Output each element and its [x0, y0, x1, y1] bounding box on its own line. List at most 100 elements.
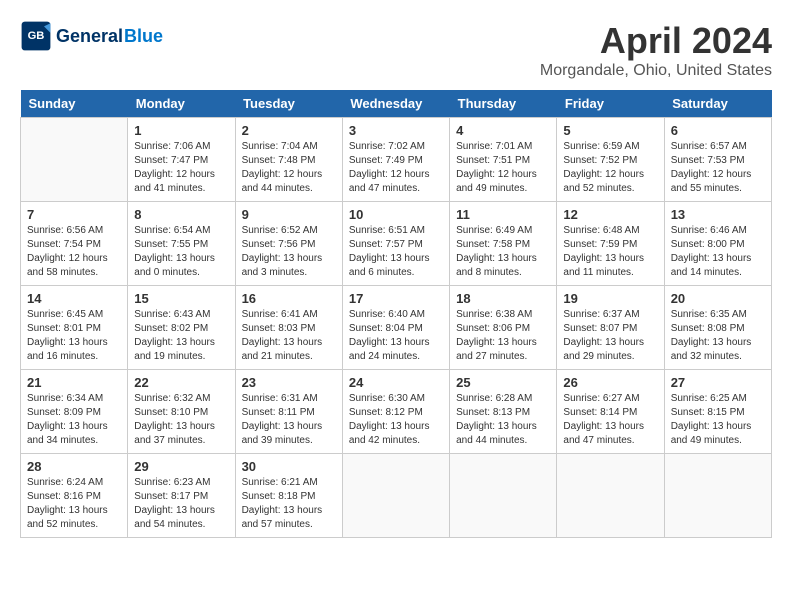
logo-text-blue: Blue	[124, 26, 163, 47]
day-info: Sunrise: 6:21 AMSunset: 8:18 PMDaylight:…	[242, 476, 336, 532]
day-number: 30	[242, 459, 336, 474]
calendar-cell: 3Sunrise: 7:02 AMSunset: 7:49 PMDaylight…	[342, 118, 449, 202]
day-number: 25	[456, 375, 550, 390]
weekday-header-sunday: Sunday	[21, 90, 128, 118]
calendar-cell	[342, 454, 449, 538]
calendar-cell: 2Sunrise: 7:04 AMSunset: 7:48 PMDaylight…	[235, 118, 342, 202]
day-number: 12	[563, 207, 657, 222]
calendar-body: 1 Sunrise: 7:06 AMSunset: 7:47 PMDaylight…	[21, 118, 772, 538]
calendar-cell	[450, 454, 557, 538]
day-number: 26	[563, 375, 657, 390]
calendar-cell: 24 Sunrise: 6:30 AMSunset: 8:12 PMDayligh…	[342, 370, 449, 454]
calendar-cell: 26 Sunrise: 6:27 AMSunset: 8:14 PMDayligh…	[557, 370, 664, 454]
weekday-header-saturday: Saturday	[664, 90, 771, 118]
day-number: 3	[349, 123, 443, 138]
calendar-cell	[21, 118, 128, 202]
calendar-cell: 29 Sunrise: 6:23 AMSunset: 8:17 PMDayligh…	[128, 454, 235, 538]
day-info: Sunrise: 6:59 AMSunset: 7:52 PMDaylight:…	[563, 140, 657, 196]
day-number: 4	[456, 123, 550, 138]
day-info: Sunrise: 6:46 AMSunset: 8:00 PMDaylight:…	[671, 224, 765, 280]
calendar-week-row: 14Sunrise: 6:45 AMSunset: 8:01 PMDayligh…	[21, 286, 772, 370]
title-block: April 2024 Morgandale, Ohio, United Stat…	[540, 20, 772, 80]
svg-text:GB: GB	[28, 30, 45, 42]
calendar-cell: 12 Sunrise: 6:48 AMSunset: 7:59 PMDayligh…	[557, 202, 664, 286]
calendar-cell: 27 Sunrise: 6:25 AMSunset: 8:15 PMDayligh…	[664, 370, 771, 454]
day-number: 9	[242, 207, 336, 222]
calendar-cell: 4 Sunrise: 7:01 AMSunset: 7:51 PMDaylight…	[450, 118, 557, 202]
calendar-cell	[664, 454, 771, 538]
calendar-cell: 6 Sunrise: 6:57 AMSunset: 7:53 PMDaylight…	[664, 118, 771, 202]
day-number: 18	[456, 291, 550, 306]
day-number: 16	[242, 291, 336, 306]
day-info: Sunrise: 6:31 AMSunset: 8:11 PMDaylight:…	[242, 392, 336, 448]
day-info: Sunrise: 6:30 AMSunset: 8:12 PMDaylight:…	[349, 392, 443, 448]
day-number: 5	[563, 123, 657, 138]
calendar-cell	[557, 454, 664, 538]
calendar-week-row: 7Sunrise: 6:56 AMSunset: 7:54 PMDaylight…	[21, 202, 772, 286]
day-number: 17	[349, 291, 443, 306]
calendar-cell: 15Sunrise: 6:43 AMSunset: 8:02 PMDayligh…	[128, 286, 235, 370]
day-info: Sunrise: 6:57 AMSunset: 7:53 PMDaylight:…	[671, 140, 765, 196]
day-info: Sunrise: 6:45 AMSunset: 8:01 PMDaylight:…	[27, 308, 121, 364]
day-number: 24	[349, 375, 443, 390]
day-number: 10	[349, 207, 443, 222]
weekday-header-thursday: Thursday	[450, 90, 557, 118]
calendar-week-row: 1 Sunrise: 7:06 AMSunset: 7:47 PMDaylight…	[21, 118, 772, 202]
day-info: Sunrise: 6:41 AMSunset: 8:03 PMDaylight:…	[242, 308, 336, 364]
weekday-header-friday: Friday	[557, 90, 664, 118]
calendar-cell: 19 Sunrise: 6:37 AMSunset: 8:07 PMDayligh…	[557, 286, 664, 370]
page-header: GB General Blue April 2024 Morgandale, O…	[20, 20, 772, 80]
day-number: 13	[671, 207, 765, 222]
calendar-week-row: 28 Sunrise: 6:24 AMSunset: 8:16 PMDayligh…	[21, 454, 772, 538]
day-info: Sunrise: 6:24 AMSunset: 8:16 PMDaylight:…	[27, 476, 121, 532]
calendar-table: SundayMondayTuesdayWednesdayThursdayFrid…	[20, 90, 772, 538]
calendar-cell: 16 Sunrise: 6:41 AMSunset: 8:03 PMDayligh…	[235, 286, 342, 370]
calendar-cell: 11 Sunrise: 6:49 AMSunset: 7:58 PMDayligh…	[450, 202, 557, 286]
calendar-cell: 17 Sunrise: 6:40 AMSunset: 8:04 PMDayligh…	[342, 286, 449, 370]
day-number: 2	[242, 123, 336, 138]
day-number: 21	[27, 375, 121, 390]
calendar-cell: 30 Sunrise: 6:21 AMSunset: 8:18 PMDayligh…	[235, 454, 342, 538]
day-number: 1	[134, 123, 228, 138]
day-info: Sunrise: 6:34 AMSunset: 8:09 PMDaylight:…	[27, 392, 121, 448]
day-info: Sunrise: 6:25 AMSunset: 8:15 PMDaylight:…	[671, 392, 765, 448]
day-info: Sunrise: 6:37 AMSunset: 8:07 PMDaylight:…	[563, 308, 657, 364]
day-number: 27	[671, 375, 765, 390]
calendar-cell: 28 Sunrise: 6:24 AMSunset: 8:16 PMDayligh…	[21, 454, 128, 538]
weekday-header-tuesday: Tuesday	[235, 90, 342, 118]
day-number: 11	[456, 207, 550, 222]
day-number: 15	[134, 291, 228, 306]
calendar-cell: 5 Sunrise: 6:59 AMSunset: 7:52 PMDaylight…	[557, 118, 664, 202]
location: Morgandale, Ohio, United States	[540, 62, 772, 80]
calendar-cell: 14Sunrise: 6:45 AMSunset: 8:01 PMDayligh…	[21, 286, 128, 370]
day-number: 28	[27, 459, 121, 474]
day-info: Sunrise: 6:49 AMSunset: 7:58 PMDaylight:…	[456, 224, 550, 280]
logo-icon: GB	[20, 20, 52, 52]
day-info: Sunrise: 7:01 AMSunset: 7:51 PMDaylight:…	[456, 140, 550, 196]
day-info: Sunrise: 6:32 AMSunset: 8:10 PMDaylight:…	[134, 392, 228, 448]
calendar-cell: 18 Sunrise: 6:38 AMSunset: 8:06 PMDayligh…	[450, 286, 557, 370]
day-number: 20	[671, 291, 765, 306]
day-info: Sunrise: 6:27 AMSunset: 8:14 PMDaylight:…	[563, 392, 657, 448]
day-number: 8	[134, 207, 228, 222]
month-title: April 2024	[540, 20, 772, 62]
day-info: Sunrise: 6:23 AMSunset: 8:17 PMDaylight:…	[134, 476, 228, 532]
calendar-cell: 23Sunrise: 6:31 AMSunset: 8:11 PMDayligh…	[235, 370, 342, 454]
day-info: Sunrise: 6:48 AMSunset: 7:59 PMDaylight:…	[563, 224, 657, 280]
calendar-cell: 22 Sunrise: 6:32 AMSunset: 8:10 PMDayligh…	[128, 370, 235, 454]
day-info: Sunrise: 6:28 AMSunset: 8:13 PMDaylight:…	[456, 392, 550, 448]
day-info: Sunrise: 6:40 AMSunset: 8:04 PMDaylight:…	[349, 308, 443, 364]
day-number: 6	[671, 123, 765, 138]
day-info: Sunrise: 6:35 AMSunset: 8:08 PMDaylight:…	[671, 308, 765, 364]
day-number: 19	[563, 291, 657, 306]
day-number: 29	[134, 459, 228, 474]
day-number: 22	[134, 375, 228, 390]
day-info: Sunrise: 6:51 AMSunset: 7:57 PMDaylight:…	[349, 224, 443, 280]
day-info: Sunrise: 7:06 AMSunset: 7:47 PMDaylight:…	[134, 140, 228, 196]
calendar-cell: 25 Sunrise: 6:28 AMSunset: 8:13 PMDayligh…	[450, 370, 557, 454]
day-info: Sunrise: 6:52 AMSunset: 7:56 PMDaylight:…	[242, 224, 336, 280]
weekday-header-monday: Monday	[128, 90, 235, 118]
day-info: Sunrise: 6:38 AMSunset: 8:06 PMDaylight:…	[456, 308, 550, 364]
calendar-cell: 9 Sunrise: 6:52 AMSunset: 7:56 PMDaylight…	[235, 202, 342, 286]
calendar-week-row: 21 Sunrise: 6:34 AMSunset: 8:09 PMDayligh…	[21, 370, 772, 454]
